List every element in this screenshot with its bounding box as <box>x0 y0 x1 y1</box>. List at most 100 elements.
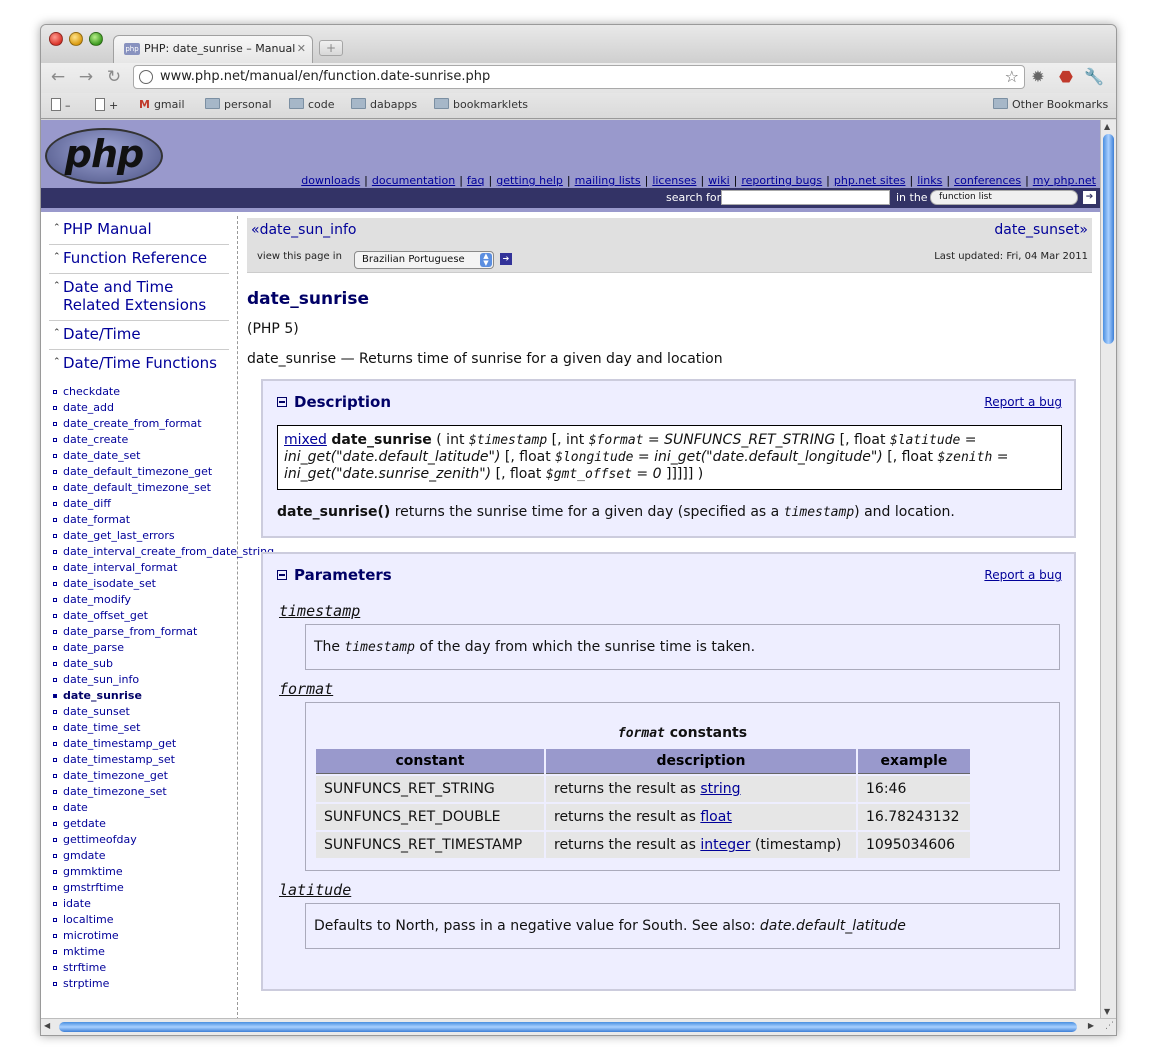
description-heading[interactable]: Description <box>277 393 1062 411</box>
sidebar-item-date-add[interactable]: date_add <box>49 400 237 416</box>
nav-my-php-net[interactable]: my php.net <box>1033 174 1096 187</box>
sidebar-heading-date-time-extensions[interactable]: ⌃ Date and Time Related Extensions <box>49 274 229 321</box>
language-go-icon[interactable]: ➔ <box>500 253 512 265</box>
sidebar-item-date-modify[interactable]: date_modify <box>49 592 237 608</box>
type-link[interactable]: float <box>700 809 731 825</box>
sidebar-item-date-sunset[interactable]: date_sunset <box>49 704 237 720</box>
zoom-window-button[interactable] <box>89 32 103 46</box>
sidebar-item-date-date-set[interactable]: date_date_set <box>49 448 237 464</box>
sidebar-item-date-get-last-errors[interactable]: date_get_last_errors <box>49 528 237 544</box>
other-bookmarks[interactable]: Other Bookmarks <box>993 98 1108 111</box>
address-bar[interactable]: www.php.net/manual/en/function.date-sunr… <box>133 65 1025 89</box>
vertical-scrollbar[interactable]: ▲ ▼ <box>1100 120 1116 1018</box>
report-bug-link[interactable]: Report a bug <box>984 395 1062 409</box>
type-link[interactable]: string <box>700 781 740 797</box>
language-select[interactable]: Brazilian Portuguese ▲ ▼ <box>354 251 494 269</box>
scroll-up-icon[interactable]: ▲ <box>1104 122 1110 131</box>
sidebar-item-date-timezone-set[interactable]: date_timezone_set <box>49 784 237 800</box>
add-page-icon[interactable]: + <box>95 98 118 112</box>
report-bug-link[interactable]: Report a bug <box>984 568 1062 582</box>
type-link[interactable]: integer <box>700 837 750 853</box>
sidebar-item-date-default-timezone-set[interactable]: date_default_timezone_set <box>49 480 237 496</box>
nav-downloads[interactable]: downloads <box>301 174 360 187</box>
sidebar-item-date-parse[interactable]: date_parse <box>49 640 237 656</box>
sidebar-heading-date-time-functions[interactable]: ⌃ Date/Time Functions <box>49 350 229 378</box>
vertical-scroll-thumb[interactable] <box>1103 134 1114 344</box>
type-mixed-link[interactable]: mixed <box>284 432 327 448</box>
sidebar-item-gettimeofday[interactable]: gettimeofday <box>49 832 237 848</box>
new-page-icon[interactable]: – <box>51 98 71 112</box>
sidebar-item-date-timestamp-get[interactable]: date_timestamp_get <box>49 736 237 752</box>
sidebar-item-getdate[interactable]: getdate <box>49 816 237 832</box>
sidebar-item-date-timezone-get[interactable]: date_timezone_get <box>49 768 237 784</box>
nav-wiki[interactable]: wiki <box>708 174 729 187</box>
parameters-heading[interactable]: Parameters <box>277 566 1062 584</box>
nav-getting-help[interactable]: getting help <box>496 174 563 187</box>
nav-reporting-bugs[interactable]: reporting bugs <box>741 174 822 187</box>
adblock-stop-icon[interactable]: ⬣ <box>1056 67 1076 87</box>
resize-grip-icon[interactable]: ⋰ <box>1105 1021 1114 1031</box>
sidebar-heading-function-reference[interactable]: ⌃ Function Reference <box>49 245 229 274</box>
sidebar-item-strftime[interactable]: strftime <box>49 960 237 976</box>
sidebar-item-date[interactable]: date <box>49 800 237 816</box>
sidebar-item-date-interval-create-from-date-string[interactable]: date_interval_create_from_date_string <box>49 544 274 560</box>
wrench-menu-icon[interactable]: 🔧 <box>1084 67 1104 87</box>
sidebar-item-date-time-set[interactable]: date_time_set <box>49 720 237 736</box>
sidebar-item-gmstrftime[interactable]: gmstrftime <box>49 880 237 896</box>
collapse-icon[interactable] <box>277 570 287 580</box>
sidebar-item-date-create[interactable]: date_create <box>49 432 237 448</box>
nav-php-net-sites[interactable]: php.net sites <box>834 174 906 187</box>
scroll-down-icon[interactable]: ▼ <box>1104 1007 1110 1016</box>
sidebar-item-date-timestamp-set[interactable]: date_timestamp_set <box>49 752 237 768</box>
sidebar-item-mktime[interactable]: mktime <box>49 944 237 960</box>
nav-mailing-lists[interactable]: mailing lists <box>575 174 641 187</box>
sidebar-item-date-parse-from-format[interactable]: date_parse_from_format <box>49 624 237 640</box>
bookmark-dabapps[interactable]: dabapps <box>351 98 417 111</box>
sidebar-item-date-diff[interactable]: date_diff <box>49 496 237 512</box>
sidebar-item-strptime[interactable]: strptime <box>49 976 237 992</box>
sidebar-item-date-sub[interactable]: date_sub <box>49 656 237 672</box>
sidebar-heading-php-manual[interactable]: ⌃ PHP Manual <box>49 216 229 245</box>
collapse-icon[interactable] <box>277 397 287 407</box>
bookmark-code[interactable]: code <box>289 98 335 111</box>
scroll-left-icon[interactable]: ◀ <box>44 1021 50 1030</box>
search-scope-select[interactable]: function list <box>930 190 1078 205</box>
sidebar-item-date-sunrise[interactable]: date_sunrise <box>49 688 237 704</box>
new-tab-button[interactable]: + <box>319 40 343 56</box>
horizontal-scrollbar[interactable]: ◀ ▶ ⋰ <box>41 1018 1116 1035</box>
horizontal-scroll-thumb[interactable] <box>59 1022 1077 1032</box>
reload-icon[interactable]: ↻ <box>105 68 123 86</box>
sidebar-item-microtime[interactable]: microtime <box>49 928 237 944</box>
nav-links[interactable]: links <box>917 174 942 187</box>
close-window-button[interactable] <box>49 32 63 46</box>
php-logo[interactable]: php <box>45 128 163 184</box>
nav-conferences[interactable]: conferences <box>954 174 1021 187</box>
nav-documentation[interactable]: documentation <box>372 174 455 187</box>
sidebar-item-date-sun-info[interactable]: date_sun_info <box>49 672 237 688</box>
sidebar-item-gmdate[interactable]: gmdate <box>49 848 237 864</box>
sidebar-item-idate[interactable]: idate <box>49 896 237 912</box>
nav-faq[interactable]: faq <box>467 174 485 187</box>
sidebar-item-date-isodate-set[interactable]: date_isodate_set <box>49 576 237 592</box>
sidebar-item-date-format[interactable]: date_format <box>49 512 237 528</box>
sidebar-item-date-offset-get[interactable]: date_offset_get <box>49 608 237 624</box>
page-viewport[interactable]: php downloads | documentation | faq | getting … <box>41 120 1100 1018</box>
minimize-window-button[interactable] <box>69 32 83 46</box>
back-icon[interactable]: ← <box>49 68 67 86</box>
scroll-right-icon[interactable]: ▶ <box>1088 1021 1094 1030</box>
forward-icon[interactable]: → <box>77 68 95 86</box>
tab-close-icon[interactable]: ✕ <box>297 42 306 55</box>
sidebar-item-checkdate[interactable]: checkdate <box>49 384 237 400</box>
prev-link[interactable]: «date_sun_info <box>251 222 356 238</box>
nav-licenses[interactable]: licenses <box>652 174 696 187</box>
bookmark-bookmarklets[interactable]: bookmarklets <box>434 98 528 111</box>
search-go-icon[interactable]: ➔ <box>1083 191 1096 204</box>
bookmark-star-icon[interactable]: ☆ <box>1005 67 1019 86</box>
sidebar-item-gmmktime[interactable]: gmmktime <box>49 864 237 880</box>
sidebar-item-date-interval-format[interactable]: date_interval_format <box>49 560 237 576</box>
browser-tab[interactable]: php PHP: date_sunrise – Manual ✕ <box>113 35 313 63</box>
next-link[interactable]: date_sunset» <box>994 222 1088 238</box>
extension-gear-icon[interactable]: ✹ <box>1028 67 1048 87</box>
sidebar-item-date-default-timezone-get[interactable]: date_default_timezone_get <box>49 464 237 480</box>
bookmark-gmail[interactable]: Mgmail <box>139 98 185 111</box>
